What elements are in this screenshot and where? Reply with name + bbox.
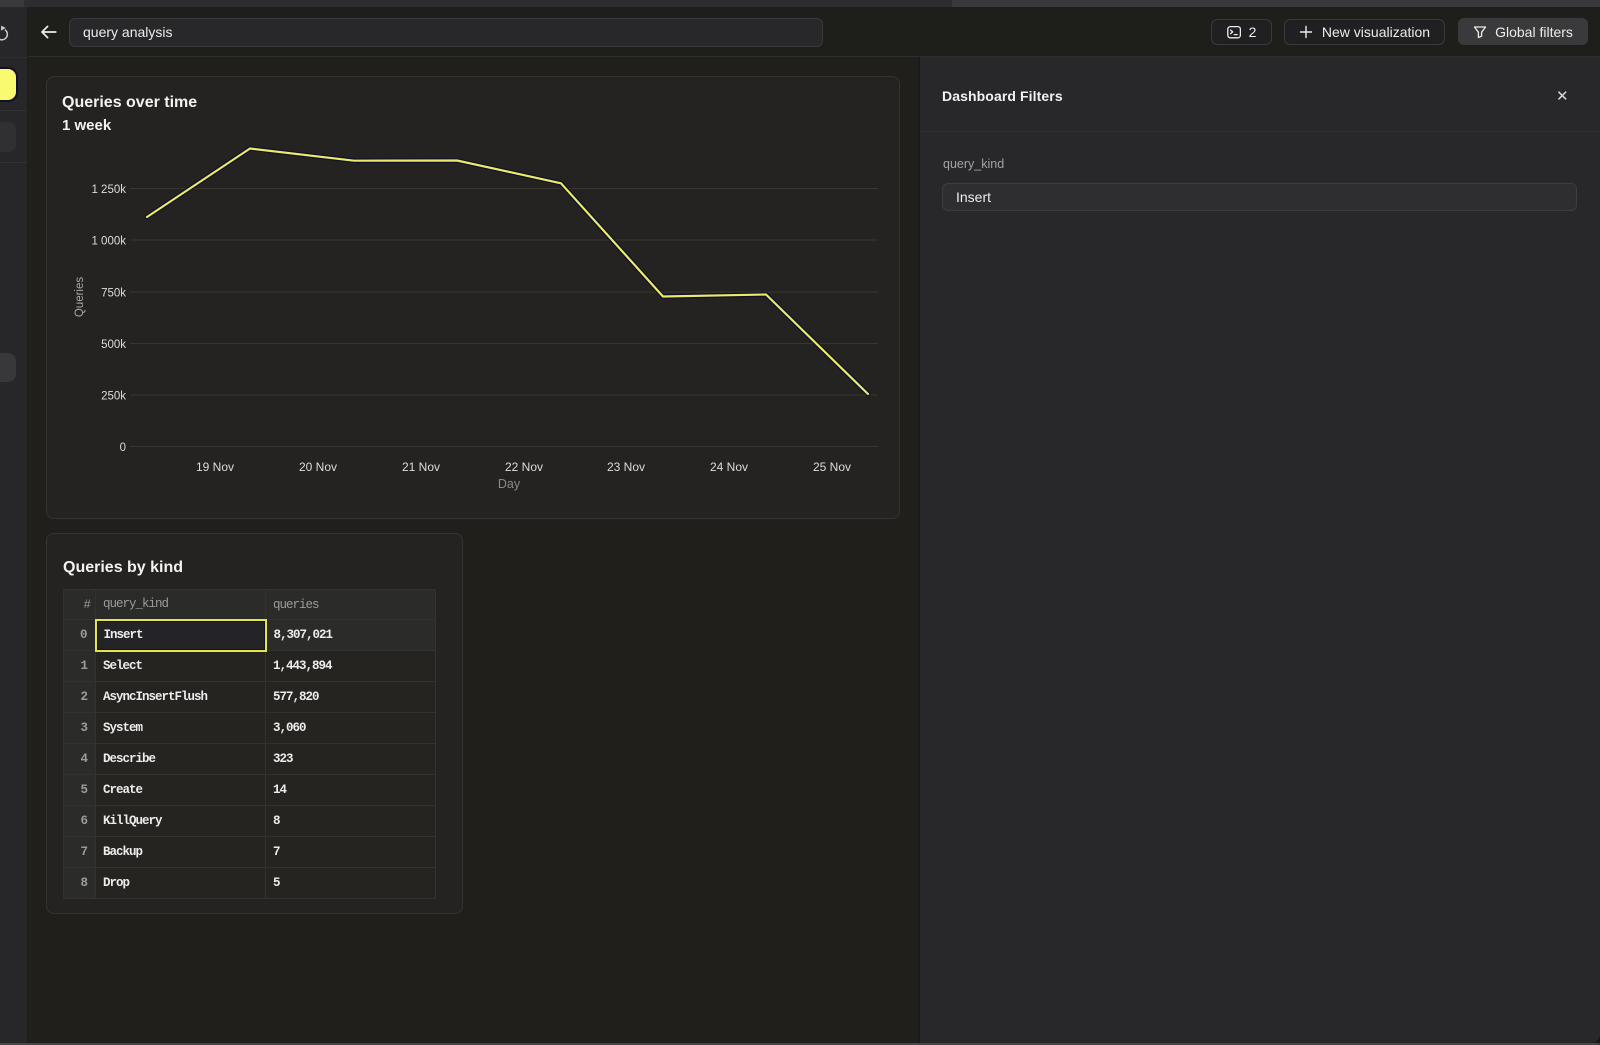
svg-text:20 Nov: 20 Nov (299, 460, 337, 474)
svg-text:750k: 750k (101, 288, 126, 300)
svg-text:21 Nov: 21 Nov (402, 460, 440, 474)
svg-text:1 250k: 1 250k (91, 184, 126, 196)
svg-text:Day: Day (498, 477, 521, 491)
svg-text:23 Nov: 23 Nov (607, 460, 645, 474)
svg-text:1 000k: 1 000k (91, 236, 126, 248)
svg-text:22 Nov: 22 Nov (505, 460, 543, 474)
svg-text:500k: 500k (101, 339, 126, 351)
svg-text:19 Nov: 19 Nov (196, 460, 234, 474)
svg-text:250k: 250k (101, 391, 126, 403)
svg-text:0: 0 (120, 442, 126, 454)
svg-text:25 Nov: 25 Nov (813, 460, 851, 474)
svg-text:24 Nov: 24 Nov (710, 460, 748, 474)
svg-text:Queries: Queries (74, 277, 86, 318)
